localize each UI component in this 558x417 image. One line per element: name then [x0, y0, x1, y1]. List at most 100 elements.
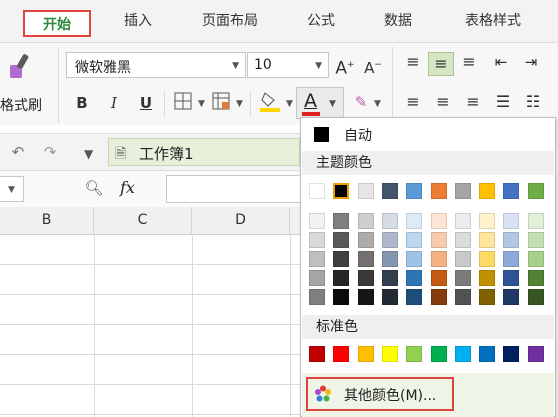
- format-painter-icon[interactable]: [6, 51, 34, 83]
- theme-shade-swatch[interactable]: [479, 289, 496, 305]
- theme-shade-swatch[interactable]: [454, 270, 471, 286]
- formula-input[interactable]: [166, 175, 300, 203]
- document-tab[interactable]: 🗎 工作簿1: [108, 138, 300, 166]
- theme-color-swatch[interactable]: [479, 183, 496, 199]
- theme-shade-swatch[interactable]: [357, 289, 374, 305]
- align-top-icon[interactable]: ≡: [402, 52, 424, 72]
- theme-shade-swatch[interactable]: [357, 270, 374, 286]
- theme-shade-swatch[interactable]: [527, 213, 544, 229]
- theme-shade-swatch[interactable]: [430, 213, 447, 229]
- theme-shade-swatch[interactable]: [503, 213, 520, 229]
- chevron-down-icon[interactable]: ▼: [374, 99, 381, 109]
- theme-shade-swatch[interactable]: [309, 232, 325, 248]
- zoom-search-icon[interactable]: 🔍︎: [84, 178, 104, 198]
- italic-button[interactable]: I: [104, 93, 124, 113]
- standard-color-swatch[interactable]: [454, 346, 471, 362]
- theme-color-swatch[interactable]: [430, 183, 447, 199]
- theme-shade-swatch[interactable]: [333, 213, 350, 229]
- theme-color-swatch[interactable]: [381, 183, 398, 199]
- theme-shade-swatch[interactable]: [333, 289, 350, 305]
- standard-color-swatch[interactable]: [381, 346, 398, 362]
- sheet-grid[interactable]: [0, 235, 300, 417]
- tab-insert[interactable]: 插入: [112, 8, 164, 34]
- justify-icon[interactable]: ☰: [492, 92, 514, 112]
- theme-shade-swatch[interactable]: [527, 270, 544, 286]
- theme-shade-swatch[interactable]: [406, 213, 423, 229]
- theme-shade-swatch[interactable]: [527, 289, 544, 305]
- column-header-b[interactable]: B: [0, 207, 94, 234]
- chevron-down-icon[interactable]: ▼: [286, 99, 293, 109]
- theme-shade-swatch[interactable]: [309, 289, 325, 305]
- align-middle-button[interactable]: ≡: [428, 52, 454, 76]
- font-color-button[interactable]: A ▼: [296, 87, 344, 119]
- theme-shade-swatch[interactable]: [430, 289, 447, 305]
- theme-shade-swatch[interactable]: [479, 251, 496, 267]
- theme-shade-swatch[interactable]: [503, 251, 520, 267]
- increase-indent-icon[interactable]: ⇥: [520, 52, 542, 72]
- standard-color-swatch[interactable]: [333, 346, 350, 362]
- theme-shade-swatch[interactable]: [454, 289, 471, 305]
- redo-icon[interactable]: ↷: [40, 142, 60, 162]
- borders-icon[interactable]: [172, 92, 194, 115]
- theme-color-swatch[interactable]: [406, 183, 423, 199]
- insert-function-button[interactable]: fx: [120, 178, 135, 197]
- align-left-icon[interactable]: ≡: [402, 92, 424, 112]
- standard-color-swatch[interactable]: [527, 346, 544, 362]
- theme-shade-swatch[interactable]: [381, 213, 398, 229]
- theme-color-swatch[interactable]: [357, 183, 374, 199]
- underline-button[interactable]: U: [136, 93, 156, 113]
- theme-shade-swatch[interactable]: [381, 232, 398, 248]
- tab-page-layout[interactable]: 页面布局: [190, 8, 270, 34]
- theme-color-swatch[interactable]: [527, 183, 544, 199]
- theme-shade-swatch[interactable]: [357, 251, 374, 267]
- theme-shade-swatch[interactable]: [430, 232, 447, 248]
- tab-table-styles[interactable]: 表格样式: [448, 8, 538, 34]
- standard-color-swatch[interactable]: [309, 346, 325, 362]
- format-painter-label[interactable]: 格式刷: [0, 95, 48, 115]
- theme-shade-swatch[interactable]: [333, 232, 350, 248]
- standard-color-swatch[interactable]: [357, 346, 374, 362]
- tab-data[interactable]: 数据: [372, 8, 424, 34]
- undo-icon[interactable]: ↶: [8, 142, 28, 162]
- theme-color-swatch[interactable]: [454, 183, 471, 199]
- standard-color-swatch[interactable]: [479, 346, 496, 362]
- theme-shade-swatch[interactable]: [479, 213, 496, 229]
- theme-color-swatch[interactable]: [332, 182, 351, 200]
- decrease-indent-icon[interactable]: ⇤: [490, 52, 512, 72]
- theme-shade-swatch[interactable]: [503, 270, 520, 286]
- standard-color-swatch[interactable]: [406, 346, 423, 362]
- tab-home[interactable]: 开始: [23, 10, 91, 37]
- fill-color-icon[interactable]: [258, 89, 282, 118]
- clear-format-icon[interactable]: ✎: [350, 92, 372, 112]
- theme-shade-swatch[interactable]: [479, 232, 496, 248]
- more-colors-item[interactable]: 其他颜色(M)...: [302, 373, 554, 417]
- theme-shade-swatch[interactable]: [454, 232, 471, 248]
- theme-shade-swatch[interactable]: [333, 270, 350, 286]
- cell-style-icon[interactable]: [210, 92, 232, 115]
- standard-color-swatch[interactable]: [430, 346, 447, 362]
- theme-color-swatch[interactable]: [309, 183, 325, 199]
- chevron-down-icon[interactable]: ▼: [84, 147, 93, 161]
- theme-shade-swatch[interactable]: [357, 213, 374, 229]
- tab-formulas[interactable]: 公式: [296, 8, 346, 34]
- theme-shade-swatch[interactable]: [357, 232, 374, 248]
- theme-shade-swatch[interactable]: [309, 213, 325, 229]
- theme-shade-swatch[interactable]: [430, 270, 447, 286]
- theme-shade-swatch[interactable]: [503, 289, 520, 305]
- theme-shade-swatch[interactable]: [406, 232, 423, 248]
- font-shrink-icon[interactable]: A−: [362, 55, 384, 78]
- theme-shade-swatch[interactable]: [527, 232, 544, 248]
- column-header-c[interactable]: C: [94, 207, 192, 234]
- distributed-icon[interactable]: ☷: [522, 92, 544, 112]
- theme-shade-swatch[interactable]: [527, 251, 544, 267]
- theme-shade-swatch[interactable]: [454, 213, 471, 229]
- bold-button[interactable]: B: [72, 93, 92, 113]
- theme-shade-swatch[interactable]: [406, 251, 423, 267]
- automatic-color-item[interactable]: 自动: [302, 119, 554, 149]
- theme-shade-swatch[interactable]: [406, 289, 423, 305]
- theme-shade-swatch[interactable]: [503, 232, 520, 248]
- name-box[interactable]: ▼: [0, 176, 24, 202]
- font-size-select[interactable]: 10 ▼: [247, 52, 329, 78]
- theme-shade-swatch[interactable]: [381, 270, 398, 286]
- theme-shade-swatch[interactable]: [309, 251, 325, 267]
